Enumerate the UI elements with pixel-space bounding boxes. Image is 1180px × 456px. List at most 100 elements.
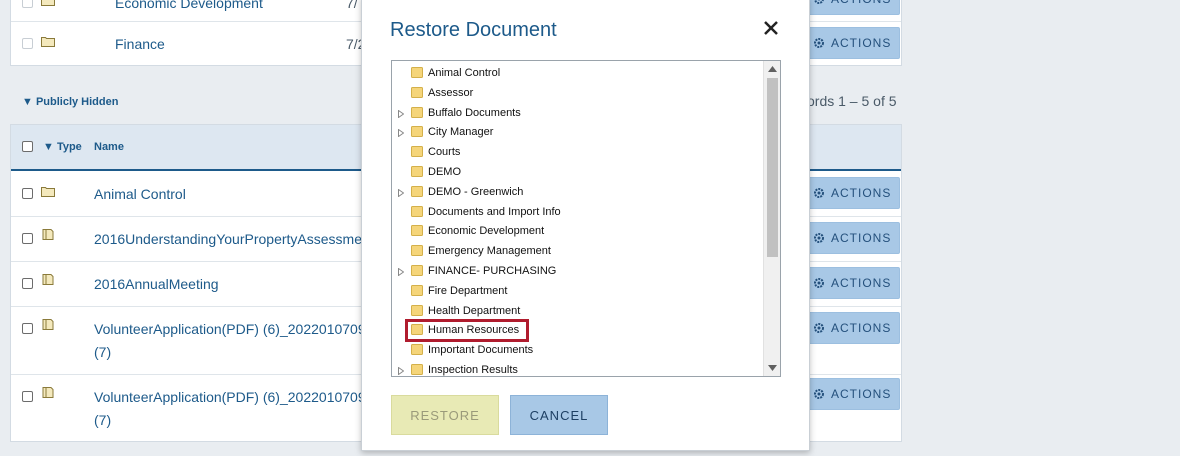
row-checkbox[interactable] xyxy=(22,0,33,8)
tree-item-label: Assessor xyxy=(428,86,474,99)
tree-item-label: DEMO xyxy=(428,166,461,178)
folder-icon xyxy=(411,284,423,296)
cancel-button[interactable]: CANCEL xyxy=(510,395,608,435)
row-checkbox[interactable] xyxy=(22,188,33,199)
folder-icon xyxy=(411,185,423,197)
row-checkbox[interactable] xyxy=(22,323,33,334)
tree-item-label: Courts xyxy=(428,146,461,159)
tree-scrollbar[interactable] xyxy=(763,61,780,376)
actions-button[interactable]: ACTIONS xyxy=(808,267,900,299)
document-icon xyxy=(42,319,54,330)
tree-item[interactable]: Human Resources xyxy=(392,319,764,343)
folder-icon xyxy=(411,245,423,257)
restore-document-dialog: Restore Document Animal Control Assessor B… xyxy=(361,0,810,451)
expand-arrow-icon[interactable] xyxy=(398,129,404,138)
expand-arrow-icon[interactable] xyxy=(398,268,404,276)
tree-item-label: Buffalo Documents xyxy=(428,106,521,119)
open-folder-icon xyxy=(41,37,55,47)
folder-icon xyxy=(411,344,423,356)
expand-arrow-icon[interactable] xyxy=(398,188,404,197)
publicly-hidden-toggle[interactable]: ▼ Publicly Hidden xyxy=(22,96,118,108)
scroll-down-icon[interactable] xyxy=(768,365,777,371)
actions-button[interactable]: ACTIONS xyxy=(808,312,900,344)
actions-label: ACTIONS xyxy=(831,387,892,401)
folder-icon xyxy=(411,364,423,375)
expand-arrow-icon[interactable] xyxy=(398,367,404,375)
row-name[interactable]: VolunteerApplication(PDF) (6)_2022010709 xyxy=(94,321,362,337)
tree-item-label: FINANCE- PURCHASING xyxy=(428,265,557,277)
folder-icon xyxy=(411,126,423,138)
document-icon xyxy=(42,274,54,285)
actions-label: ACTIONS xyxy=(831,0,891,6)
folder-icon xyxy=(411,225,423,237)
row-checkbox[interactable] xyxy=(22,233,33,244)
close-icon[interactable] xyxy=(760,17,782,39)
tree-item-label: Health Department xyxy=(428,304,521,317)
gear-icon xyxy=(814,233,824,243)
tree-item-label: Animal Control xyxy=(428,67,501,79)
folder-icon xyxy=(411,67,423,78)
tree-item-label: Important Documents xyxy=(428,344,534,357)
gear-icon xyxy=(814,278,824,288)
folder-icon xyxy=(411,86,423,98)
actions-button[interactable]: ACTIONS xyxy=(808,378,900,410)
tree-item-label: Fire Department xyxy=(428,284,508,297)
tree-item[interactable]: Courts xyxy=(392,144,764,162)
actions-button[interactable]: ACTIONS xyxy=(808,222,900,254)
tree-item[interactable]: Emergency Management xyxy=(392,243,764,261)
tree-item[interactable]: Health Department xyxy=(392,303,764,321)
folder-icon xyxy=(411,106,423,118)
row-name-line2[interactable]: (7) xyxy=(94,344,111,360)
actions-label: ACTIONS xyxy=(831,276,892,290)
tree-item[interactable]: Economic Development xyxy=(392,223,764,241)
tree-item[interactable]: FINANCE- PURCHASING xyxy=(392,263,764,281)
open-folder-icon xyxy=(41,187,55,197)
tree-item[interactable]: Important Documents xyxy=(392,342,764,360)
scroll-up-icon[interactable] xyxy=(768,66,777,72)
row-name[interactable]: VolunteerApplication(PDF) (6)_2022010709 xyxy=(94,389,362,405)
row-name[interactable]: Economic Development xyxy=(115,0,263,11)
row-name[interactable]: 2016AnnualMeeting xyxy=(94,276,219,292)
tree-item[interactable]: Inspection Results xyxy=(392,362,764,376)
type-column-header[interactable]: ▼ Type xyxy=(43,141,82,153)
expand-arrow-icon[interactable] xyxy=(398,109,404,118)
open-folder-icon xyxy=(41,0,55,6)
tree-item[interactable]: Documents and Import Info xyxy=(392,204,764,222)
scrollbar-thumb[interactable] xyxy=(767,78,778,257)
tree-item-label: Economic Development xyxy=(428,225,545,238)
gear-icon xyxy=(814,188,824,198)
restore-button[interactable]: RESTORE xyxy=(391,395,499,435)
tree-item-label: Documents and Import Info xyxy=(428,205,561,218)
row-name[interactable]: Animal Control xyxy=(94,186,186,202)
actions-button[interactable]: ACTIONS xyxy=(808,177,900,209)
actions-button[interactable]: ACTIONS xyxy=(808,0,900,15)
gear-icon xyxy=(814,323,824,333)
folder-icon xyxy=(411,265,423,276)
tree-item[interactable]: Buffalo Documents xyxy=(392,105,764,123)
tree-item[interactable]: City Manager xyxy=(392,124,764,142)
gear-icon xyxy=(814,389,824,399)
folder-tree[interactable]: Animal Control Assessor Buffalo Documents C… xyxy=(391,60,781,377)
actions-label: ACTIONS xyxy=(831,36,892,50)
folder-icon xyxy=(411,166,423,177)
row-name-line2[interactable]: (7) xyxy=(94,412,111,428)
row-name[interactable]: 2016UnderstandingYourPropertyAssessme xyxy=(94,231,362,247)
folder-icon xyxy=(411,146,423,158)
folder-icon xyxy=(411,205,423,217)
tree-item[interactable]: Fire Department xyxy=(392,283,764,301)
tree-item-label: Emergency Management xyxy=(428,245,551,258)
select-all-checkbox[interactable] xyxy=(22,141,33,152)
tree-item[interactable]: DEMO xyxy=(392,164,764,182)
tree-item[interactable]: Animal Control xyxy=(392,65,764,83)
name-column-header[interactable]: Name xyxy=(94,141,124,153)
actions-button[interactable]: ACTIONS xyxy=(808,27,900,59)
row-checkbox[interactable] xyxy=(22,38,33,49)
row-checkbox[interactable] xyxy=(22,278,33,289)
tree-item[interactable]: Assessor xyxy=(392,85,764,103)
tree-item[interactable]: DEMO - Greenwich xyxy=(392,184,764,202)
row-checkbox[interactable] xyxy=(22,391,33,402)
document-icon xyxy=(42,387,54,398)
row-name[interactable]: Finance xyxy=(115,36,165,52)
document-icon xyxy=(42,229,54,240)
actions-label: ACTIONS xyxy=(831,186,892,200)
